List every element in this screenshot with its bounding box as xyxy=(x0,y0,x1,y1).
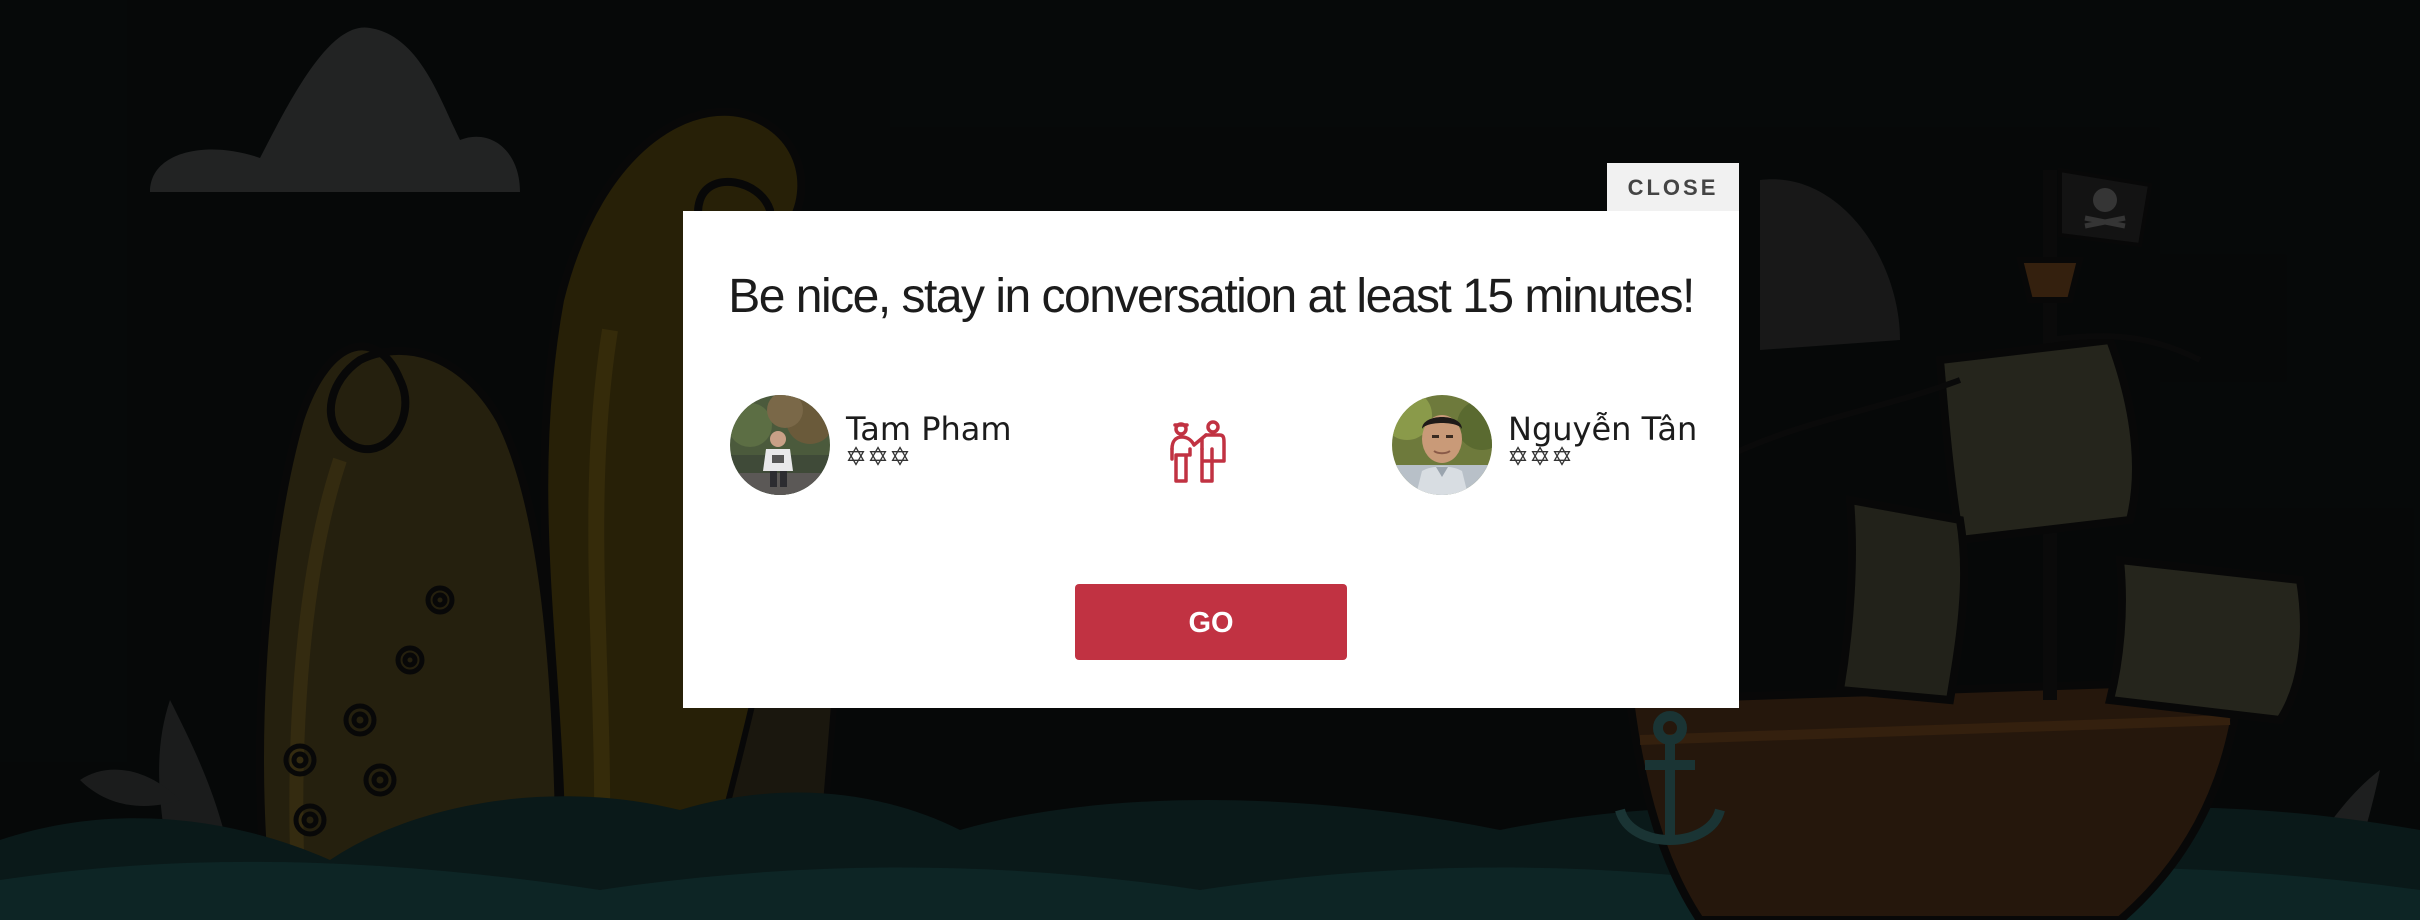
star-of-david-outline-icon xyxy=(1553,446,1571,466)
star-of-david-outline-icon xyxy=(1531,446,1549,466)
participant-name: Tam Pham xyxy=(846,410,1012,448)
matching-modal: Be nice, stay in conversation at least 1… xyxy=(683,211,1739,708)
rating-stars xyxy=(846,446,1012,466)
participant-card-right: Nguyễn Tân xyxy=(1392,394,1697,496)
go-button[interactable]: GO xyxy=(1075,584,1347,660)
avatar-photo-nguyen-tan xyxy=(1392,395,1492,495)
two-people-icon xyxy=(1170,420,1226,483)
star-of-david-outline-icon xyxy=(891,446,909,466)
close-button[interactable]: CLOSE xyxy=(1607,163,1739,211)
page-backdrop: CLOSE Be nice, stay in conversation at l… xyxy=(0,0,2420,920)
avatar-photo-tam-pham xyxy=(730,395,830,495)
rating-stars xyxy=(1508,446,1697,466)
modal-title: Be nice, stay in conversation at least 1… xyxy=(728,270,1695,323)
star-of-david-outline-icon xyxy=(869,446,887,466)
avatar[interactable] xyxy=(1392,395,1492,495)
participant-card-left: Tam Pham xyxy=(730,394,1012,496)
avatar[interactable] xyxy=(730,395,830,495)
star-of-david-outline-icon xyxy=(847,446,865,466)
star-of-david-outline-icon xyxy=(1509,446,1527,466)
participant-name: Nguyễn Tân xyxy=(1508,410,1698,448)
